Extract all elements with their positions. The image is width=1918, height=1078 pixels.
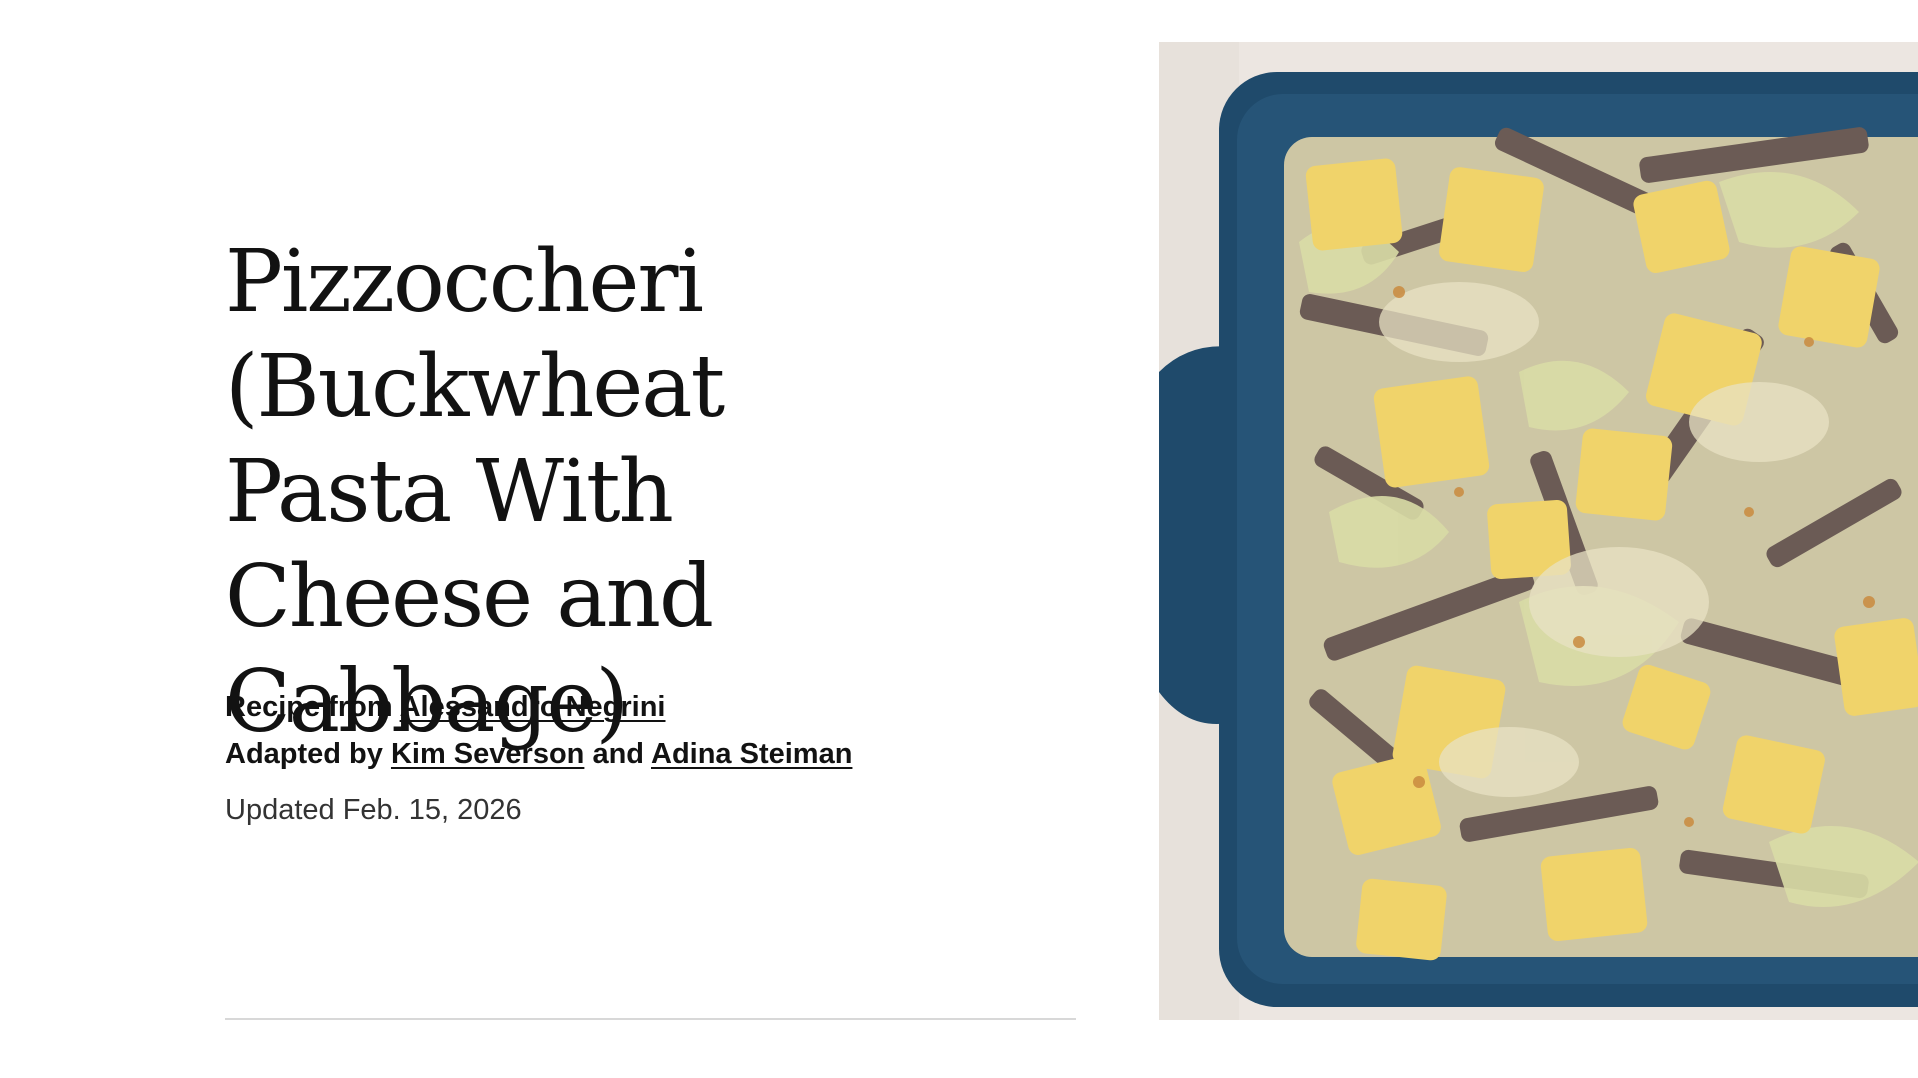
updated-date: Updated Feb. 15, 2026 xyxy=(225,794,522,826)
byline-recipe-from: Recipe from Alessandro Negrini xyxy=(225,684,852,731)
recipe-header: Pizzoccheri (Buckwheat Pasta With Cheese… xyxy=(225,230,885,755)
byline-recipe-from-prefix: Recipe from xyxy=(225,691,393,723)
pizzoccheri-dish-illustration xyxy=(1159,42,1918,1020)
recipe-byline: Recipe from Alessandro Negrini Adapted b… xyxy=(225,684,852,778)
recipe-title: Pizzoccheri (Buckwheat Pasta With Cheese… xyxy=(225,232,725,752)
byline-adapted-by: Adapted by Kim Severson and Adina Steima… xyxy=(225,731,852,778)
recipe-photo xyxy=(1159,42,1918,1020)
byline-adapted-prefix: Adapted by xyxy=(225,738,383,770)
byline-conjunction: and xyxy=(592,738,645,770)
author-link-adina-steiman[interactable]: Adina Steiman xyxy=(651,738,852,770)
author-link-kim-severson[interactable]: Kim Severson xyxy=(391,738,584,770)
author-link-alessandro-negrini[interactable]: Alessandro Negrini xyxy=(400,691,666,723)
section-divider xyxy=(225,1018,1076,1020)
